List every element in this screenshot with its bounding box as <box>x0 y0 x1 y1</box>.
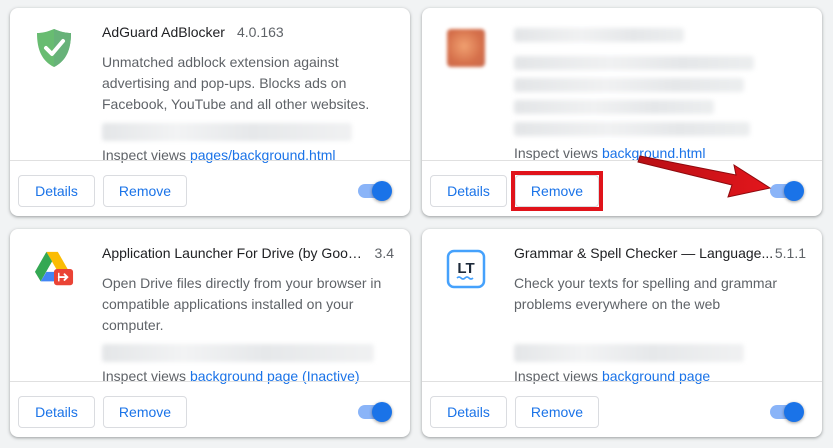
drive-launcher-icon <box>34 249 74 289</box>
extension-name-redacted <box>514 28 684 42</box>
details-button[interactable]: Details <box>18 175 95 207</box>
extension-description: Open Drive files directly from your brow… <box>102 275 382 333</box>
svg-text:LT: LT <box>457 260 474 277</box>
extension-version: 3.4 <box>374 245 394 261</box>
extension-name: Grammar & Spell Checker — Language... <box>514 245 774 261</box>
extension-description-redacted <box>514 56 806 136</box>
extension-name: AdGuard AdBlocker <box>102 24 225 40</box>
remove-button[interactable]: Remove <box>103 396 187 428</box>
details-button[interactable]: Details <box>18 396 95 428</box>
enable-toggle[interactable] <box>358 181 392 201</box>
extension-card-grammar-checker: LT Grammar & Spell Checker — Language...… <box>422 229 822 437</box>
enable-toggle[interactable] <box>358 402 392 422</box>
remove-button[interactable]: Remove <box>515 396 599 428</box>
languagetool-icon: LT <box>446 249 486 289</box>
extension-description: Unmatched adblock extension against adve… <box>102 54 370 112</box>
extension-version: 5.1.1 <box>774 245 806 261</box>
extension-id-redacted <box>102 344 374 362</box>
details-button[interactable]: Details <box>430 396 507 428</box>
extension-card-adguard: AdGuard AdBlocker 4.0.163 Unmatched adbl… <box>10 8 410 216</box>
remove-button[interactable]: Remove <box>103 175 187 207</box>
extension-id-redacted <box>514 344 744 362</box>
extension-version: 4.0.163 <box>236 24 284 40</box>
extension-card-drive-launcher: Application Launcher For Drive (by Googl… <box>10 229 410 437</box>
annotation-arrow-icon <box>637 155 772 198</box>
blurred-extension-icon <box>446 28 486 68</box>
extension-description: Check your texts for spelling and gramma… <box>514 275 777 312</box>
extension-id-redacted <box>102 123 352 141</box>
adguard-shield-icon <box>34 28 74 68</box>
enable-toggle[interactable] <box>770 402 804 422</box>
remove-button-highlight-box <box>511 171 603 211</box>
extension-name: Application Launcher For Drive (by Googl… <box>102 245 367 261</box>
details-button[interactable]: Details <box>430 175 507 207</box>
